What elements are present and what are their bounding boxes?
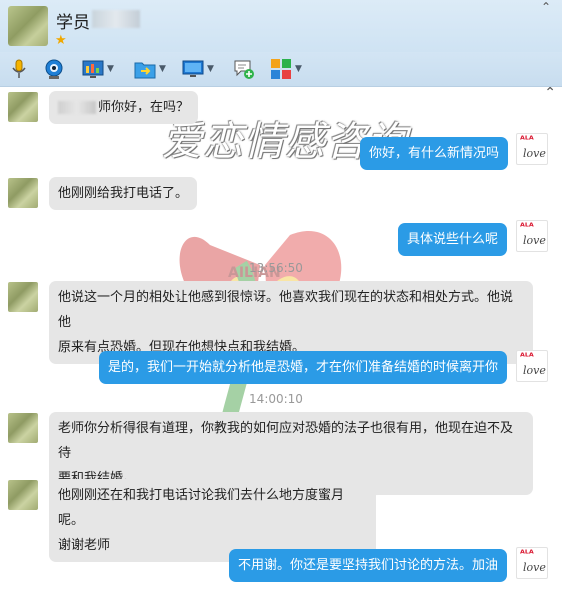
my-avatar[interactable]: ᴬᴸᴬ love [516,547,548,579]
message-bubble-outgoing[interactable]: 具体说些什么呢 [398,223,508,256]
apps-button[interactable]: ▼ [270,56,302,82]
remote-desktop-button[interactable]: ▼ [182,56,214,82]
microphone-icon [12,59,26,78]
love-logo-icon: ᴬᴸᴬ [520,352,534,363]
add-chat-icon [234,60,254,79]
avatar-love-text: love [523,234,546,247]
contact-avatar[interactable] [8,178,38,208]
contact-avatar[interactable] [8,480,38,510]
timestamp: 13:56:50 [249,261,303,275]
my-avatar[interactable]: ᴬᴸᴬ love [516,350,548,382]
message-text: 他刚刚给我打电话了。 [58,186,189,201]
message-text: 你好，有什么新情况吗 [369,146,500,161]
chevron-down-icon[interactable]: ▼ [207,64,214,74]
love-logo-icon: ᴬᴸᴬ [520,222,534,233]
contact-avatar[interactable] [8,413,38,443]
message-text: 不用谢。你还是要坚持我们讨论的方法。加油 [238,558,499,573]
chat-history[interactable]: ⌃ AILIAN 爱恋情感咨询 Love 师你好，在吗？ 你好，有什么新情况吗 … [0,87,562,594]
message-text-line: 他刚刚还在和我打电话讨论我们去什么地方度蜜月呢。 [58,488,345,528]
contact-avatar[interactable] [8,6,48,46]
title-bar: 学员 ★ ⌃ [0,0,562,52]
message-text: 师你好，在吗？ [98,100,190,115]
apps-grid-icon [271,59,291,79]
message-text-line: 他说这一个月的相处让他感到很惊讶。他喜欢我们现在的状态和相处方式。他说他 [58,290,514,330]
my-avatar[interactable]: ᴬᴸᴬ love [516,220,548,252]
avatar-love-text: love [523,147,546,160]
message-text-line: 老师你分析得很有道理，你教我的如何应对恐婚的法子也很有用，他现在迫不及待 [58,421,514,461]
collapse-icon[interactable]: ⌃ [544,87,556,101]
timestamp: 14:00:10 [249,392,303,406]
message-bubble-outgoing[interactable]: 你好，有什么新情况吗 [360,137,509,170]
star-icon: ★ [55,33,67,48]
chat-toolbar: ▼ ▼ ▼ ▼ [0,52,562,87]
contact-avatar[interactable] [8,282,38,312]
love-logo-icon: ᴬᴸᴬ [520,549,534,560]
message-text: 是的，我们一开始就分析他是恐婚，才在你们准备结婚的时候离开你 [108,360,499,375]
message-bubble-outgoing[interactable]: 不用谢。你还是要坚持我们讨论的方法。加油 [229,549,508,582]
add-to-chat-button[interactable] [233,56,255,82]
voice-call-button[interactable] [8,56,30,82]
my-avatar[interactable]: ᴬᴸᴬ love [516,133,548,165]
send-file-button[interactable]: ▼ [134,56,166,82]
message-bubble-incoming[interactable]: 他刚刚给我打电话了。 [49,177,198,210]
message-bubble-incoming[interactable]: 师你好，在吗？ [49,91,199,124]
chevron-down-icon[interactable]: ▼ [295,64,302,74]
avatar-love-text: love [523,561,546,574]
send-file-icon [134,62,156,79]
message-bubble-outgoing[interactable]: 是的，我们一开始就分析他是恐婚，才在你们准备结婚的时候离开你 [99,351,508,384]
screen-share-icon [82,60,104,78]
remote-desktop-icon [182,60,204,77]
message-text: 具体说些什么呢 [407,232,499,247]
video-camera-icon [45,59,63,79]
chevron-down-icon[interactable]: ▼ [107,64,114,74]
love-logo-icon: ᴬᴸᴬ [520,135,534,146]
redacted-name [92,10,140,28]
contact-avatar[interactable] [8,92,38,122]
chevron-up-icon[interactable]: ⌃ [541,0,551,14]
redacted-text [58,101,96,114]
screen-share-button[interactable]: ▼ [82,56,114,82]
avatar-love-text: love [523,364,546,377]
chevron-down-icon[interactable]: ▼ [159,64,166,74]
contact-name: 学员 [56,13,90,33]
video-call-button[interactable] [43,56,65,82]
